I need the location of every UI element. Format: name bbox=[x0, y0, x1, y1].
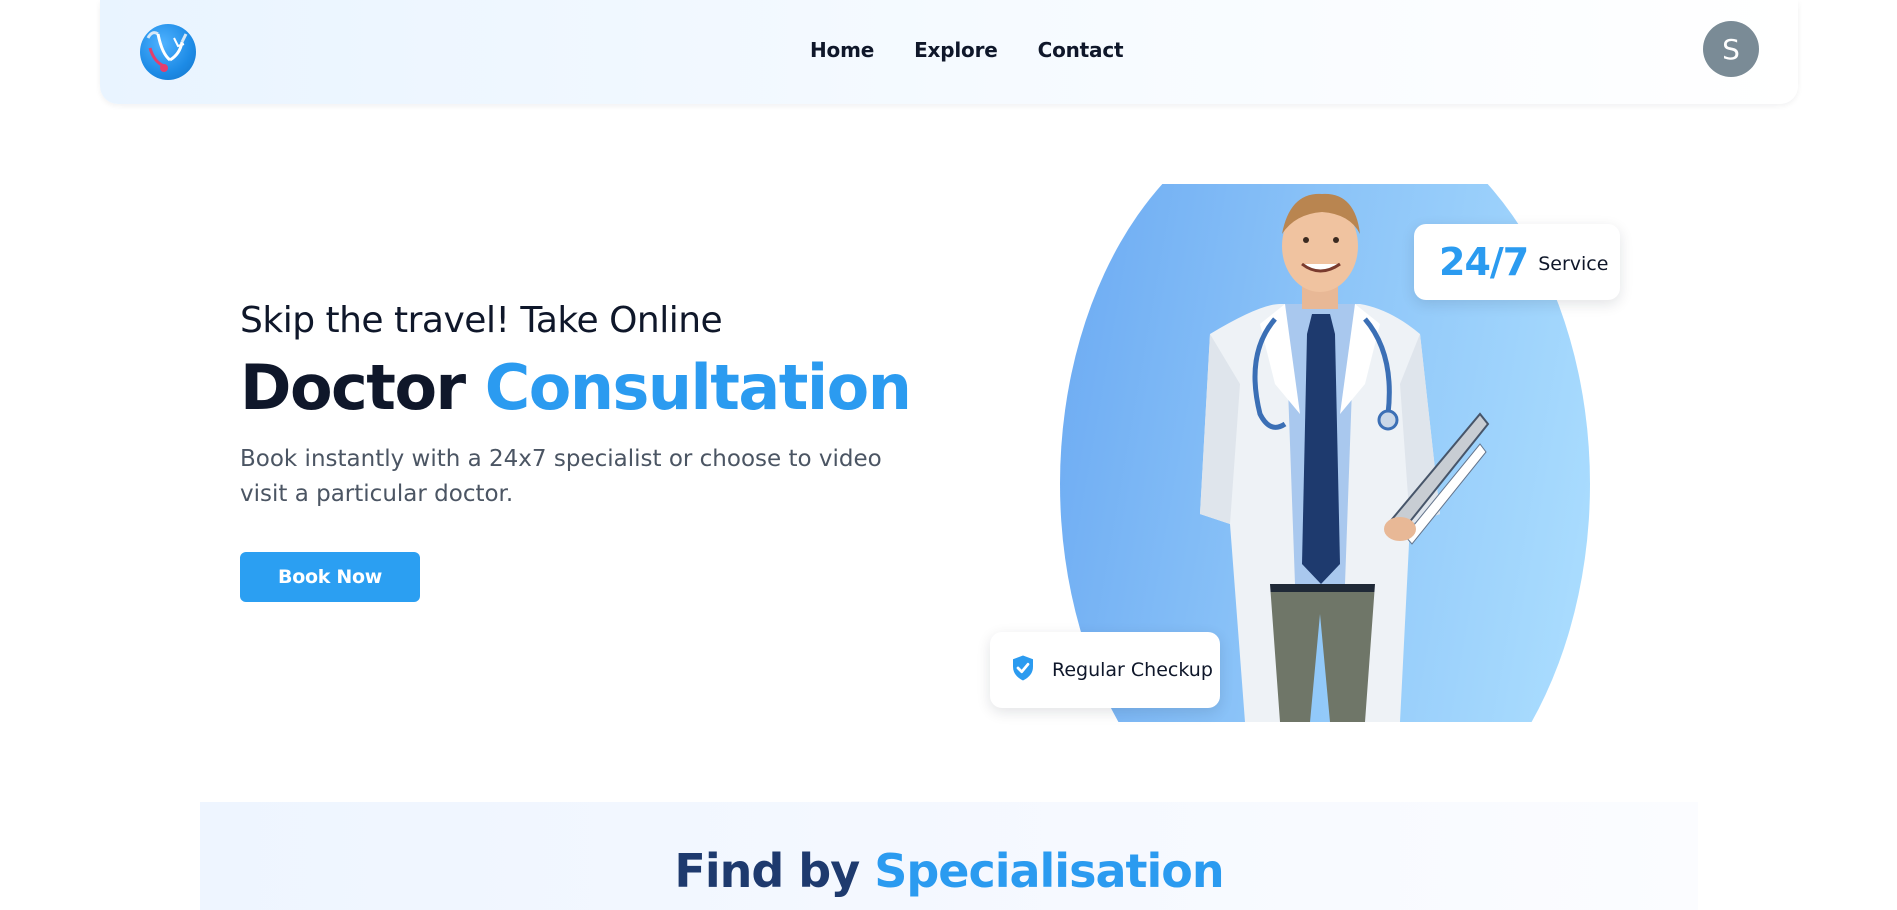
specialisation-section: Find by Specialisation bbox=[200, 802, 1698, 910]
specialisation-title-accent: Specialisation bbox=[874, 844, 1224, 898]
hero-pre-title: Skip the travel! Take Online bbox=[240, 300, 723, 341]
logo-icon[interactable] bbox=[140, 24, 196, 80]
specialisation-title: Find by Specialisation bbox=[200, 844, 1698, 898]
specialisation-title-dark: Find by bbox=[674, 844, 860, 898]
checkup-badge-label: Regular Checkup bbox=[1052, 659, 1213, 681]
nav-link-home[interactable]: Home bbox=[810, 38, 874, 62]
hero-description: Book instantly with a 24x7 specialist or… bbox=[240, 446, 882, 507]
nav-link-explore[interactable]: Explore bbox=[914, 38, 998, 62]
service-badge-label: Service bbox=[1538, 253, 1609, 275]
checkup-badge: Regular Checkup bbox=[990, 632, 1220, 708]
nav-link-contact[interactable]: Contact bbox=[1038, 38, 1124, 62]
hero-title-dark: Doctor bbox=[240, 351, 466, 424]
main-nav: Home Explore Contact bbox=[810, 38, 1124, 62]
user-avatar[interactable]: S bbox=[1703, 21, 1759, 77]
service-badge: 24/7 Service bbox=[1414, 224, 1620, 300]
hero-title-accent: Consultation bbox=[484, 351, 912, 424]
service-badge-value: 24/7 bbox=[1439, 240, 1529, 284]
shield-check-icon bbox=[1008, 653, 1038, 687]
hero-title: Doctor Consultation bbox=[240, 351, 912, 424]
book-now-button[interactable]: Book Now bbox=[240, 552, 420, 602]
